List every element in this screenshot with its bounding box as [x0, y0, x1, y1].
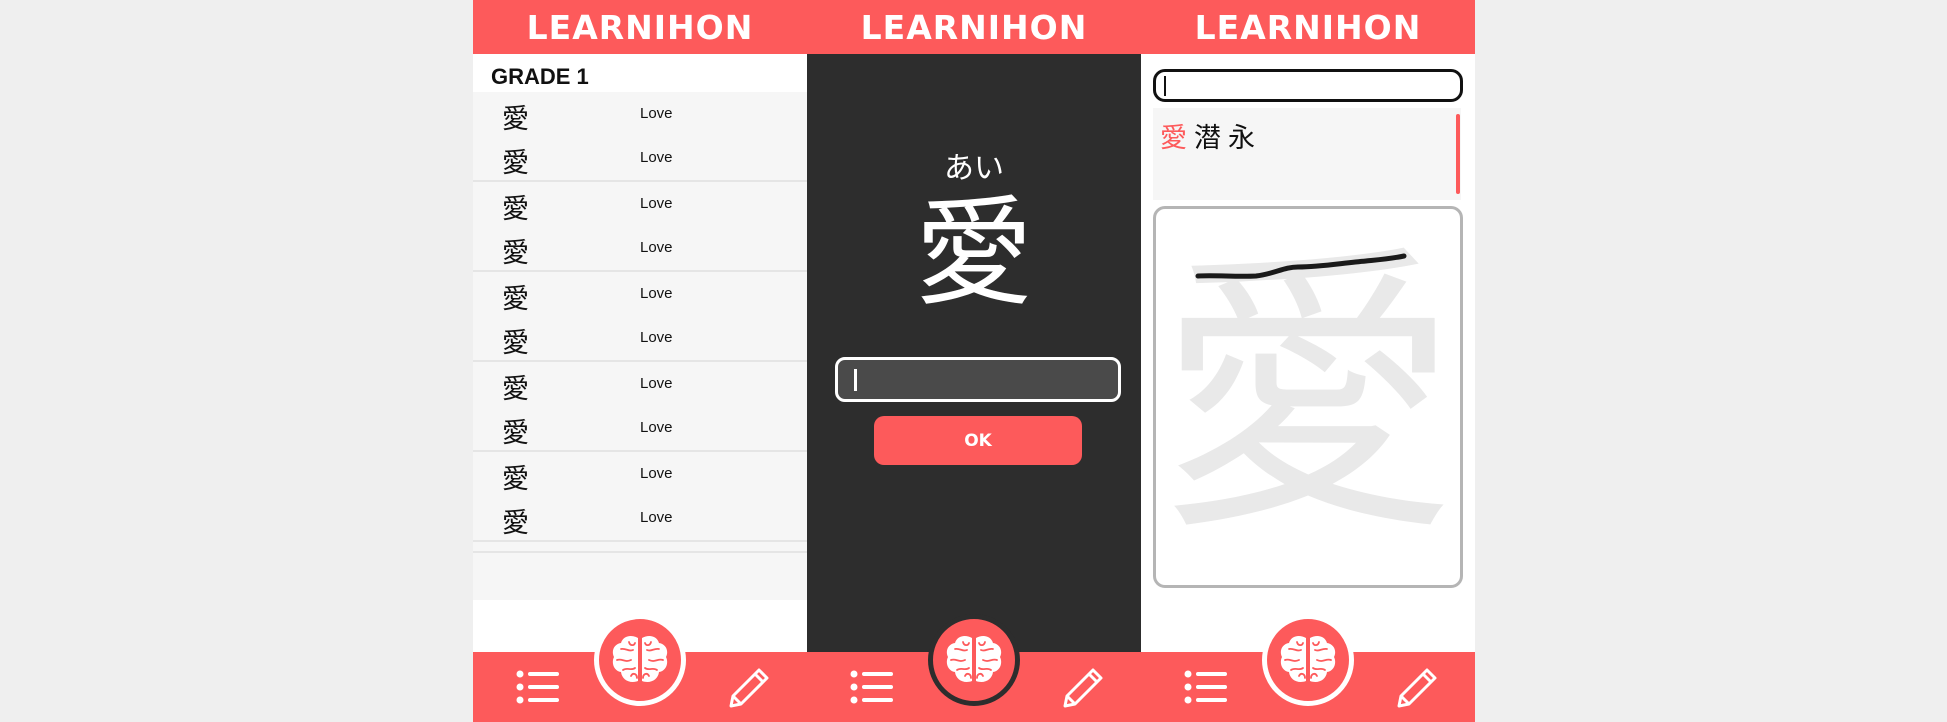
- pencil-icon[interactable]: [1395, 666, 1439, 710]
- pencil-icon[interactable]: [1061, 666, 1105, 710]
- app-title: LEARNIHON: [860, 7, 1088, 47]
- item-meaning: Love: [640, 149, 673, 166]
- list-icon[interactable]: [850, 670, 893, 704]
- list-item[interactable]: 愛 Love: [473, 316, 807, 360]
- brain-button[interactable]: [1262, 614, 1354, 706]
- grade-label: GRADE 1: [491, 64, 589, 89]
- suggestion-list: 愛 潜 永: [1153, 108, 1461, 200]
- drawn-stroke: [1195, 253, 1407, 279]
- item-kanji: 愛: [502, 328, 529, 359]
- list-group: 愛 Love 愛 Love: [473, 272, 807, 362]
- list-item[interactable]: 愛 Love: [473, 226, 807, 270]
- pencil-icon[interactable]: [727, 666, 771, 710]
- app-title: LEARNIHON: [1194, 7, 1422, 47]
- app-title: LEARNIHON: [526, 7, 754, 47]
- list-item[interactable]: 愛 Love: [473, 182, 807, 226]
- app-header: LEARNIHON: [807, 0, 1141, 54]
- item-meaning: Love: [640, 285, 673, 302]
- scrollbar[interactable]: [1456, 114, 1460, 194]
- brain-icon: [612, 635, 668, 682]
- item-kanji: 愛: [502, 374, 529, 405]
- brain-icon: [946, 635, 1002, 682]
- item-meaning: Love: [640, 375, 673, 392]
- list-divider: [473, 551, 807, 553]
- item-meaning: Love: [640, 105, 673, 122]
- suggestion-item[interactable]: 愛: [1160, 116, 1187, 155]
- item-kanji: 愛: [502, 508, 529, 539]
- item-kanji: 愛: [502, 418, 529, 449]
- item-kanji: 愛: [502, 194, 529, 225]
- item-kanji: 愛: [502, 148, 529, 179]
- kanji-list-screen: LEARNIHON GRADE 1 愛 Love 愛 Love 愛 Love 愛…: [473, 0, 807, 722]
- app-header: LEARNIHON: [473, 0, 807, 54]
- list-item[interactable]: 愛 Love: [473, 496, 807, 540]
- kanji-reading: あい: [944, 151, 1004, 186]
- item-meaning: Love: [640, 195, 673, 212]
- brain-icon: [1280, 635, 1336, 682]
- quiz-kanji: 愛: [914, 184, 1033, 322]
- item-kanji: 愛: [502, 464, 529, 495]
- item-meaning: Love: [640, 329, 673, 346]
- ok-button[interactable]: OK: [874, 416, 1082, 465]
- answer-input[interactable]: [835, 357, 1121, 402]
- list-item[interactable]: 愛 Love: [473, 406, 807, 450]
- text-caret: [854, 369, 857, 391]
- list-item[interactable]: 愛 Love: [473, 452, 807, 496]
- list-group: 愛 Love 愛 Love: [473, 452, 807, 542]
- text-caret: [1164, 76, 1166, 96]
- suggestion-item[interactable]: 潜: [1194, 116, 1221, 155]
- list-group: 愛 Love 愛 Love: [473, 182, 807, 272]
- item-meaning: Love: [640, 509, 673, 526]
- item-meaning: Love: [640, 419, 673, 436]
- kanji-list[interactable]: 愛 Love 愛 Love 愛 Love 愛 Love 愛 Love 愛 Lov…: [473, 92, 807, 600]
- app-header: LEARNIHON: [1141, 0, 1475, 54]
- drawing-canvas[interactable]: 愛: [1153, 206, 1463, 588]
- item-kanji: 愛: [502, 104, 529, 135]
- list-item[interactable]: 愛 Love: [473, 92, 807, 136]
- list-item[interactable]: 愛 Love: [473, 136, 807, 180]
- item-meaning: Love: [640, 239, 673, 256]
- item-kanji: 愛: [502, 238, 529, 269]
- list-icon[interactable]: [1184, 670, 1227, 704]
- list-item[interactable]: 愛 Love: [473, 272, 807, 316]
- item-meaning: Love: [640, 465, 673, 482]
- suggestion-item[interactable]: 永: [1228, 116, 1255, 155]
- list-group: 愛 Love 愛 Love: [473, 92, 807, 182]
- quiz-screen: LEARNIHON あい 愛 OK: [807, 0, 1141, 722]
- list-icon[interactable]: [516, 670, 559, 704]
- item-kanji: 愛: [502, 284, 529, 315]
- brain-button[interactable]: [928, 614, 1020, 706]
- list-group: 愛 Love 愛 Love: [473, 362, 807, 452]
- grade-section-header: GRADE 1: [473, 54, 807, 92]
- draw-screen: LEARNIHON 愛 潜 永 愛: [1141, 0, 1475, 722]
- list-item[interactable]: 愛 Love: [473, 362, 807, 406]
- brain-button[interactable]: [594, 614, 686, 706]
- search-input[interactable]: [1153, 69, 1463, 102]
